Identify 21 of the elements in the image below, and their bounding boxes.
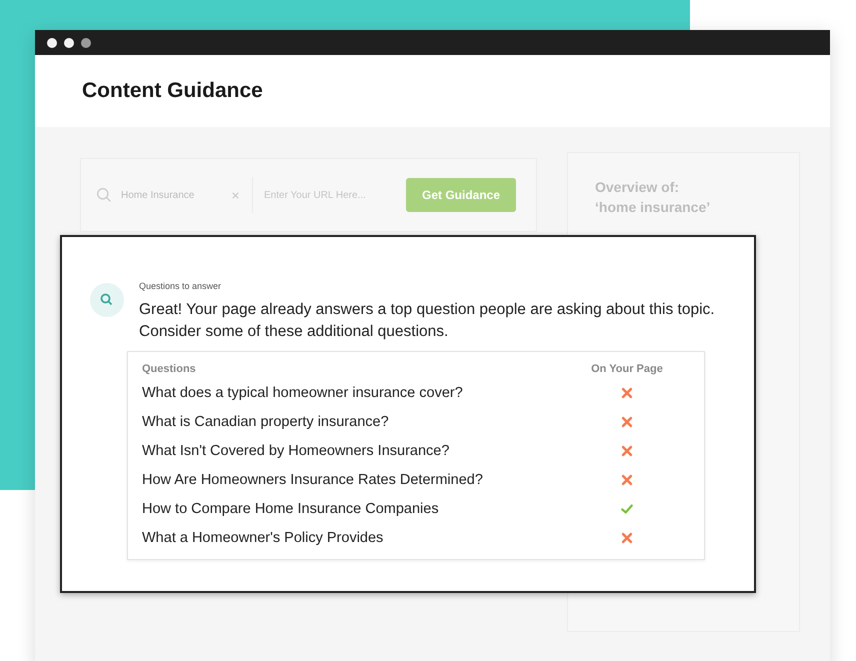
overview-topic: ‘home insurance’ [595, 198, 712, 217]
question-text: What does a typical homeowner insurance cover? [142, 384, 464, 400]
get-guidance-button[interactable]: Get Guidance [406, 178, 516, 212]
column-header: On Your Page [590, 363, 664, 375]
window-dot-icon [64, 38, 74, 48]
overview-title: Overview of: [595, 178, 680, 197]
question-text: What a Homeowner's Policy Provides [142, 530, 384, 546]
keyword-field[interactable]: Home Insurance [121, 190, 226, 200]
question-text: What is Canadian property insurance? [142, 414, 390, 430]
column-header: Questions [142, 363, 197, 375]
section-label: Questions to answer [139, 281, 222, 291]
search-icon [96, 186, 113, 204]
clear-icon[interactable] [231, 190, 240, 200]
search-icon [90, 283, 124, 317]
window-dot-icon [47, 38, 57, 48]
question-text: How Are Homeowners Insurance Rates Determined? [142, 472, 484, 488]
guidance-message: Great! Your page already answers a top question people are asking about this topic. Consider some of these additional questions. [139, 300, 716, 342]
question-text: What Isn't Covered by Homeowners Insurance? [142, 442, 450, 458]
page-title: Content Guidance [82, 79, 263, 103]
window-dot-icon [81, 38, 91, 48]
question-text: How to Compare Home Insurance Companies [142, 500, 440, 516]
